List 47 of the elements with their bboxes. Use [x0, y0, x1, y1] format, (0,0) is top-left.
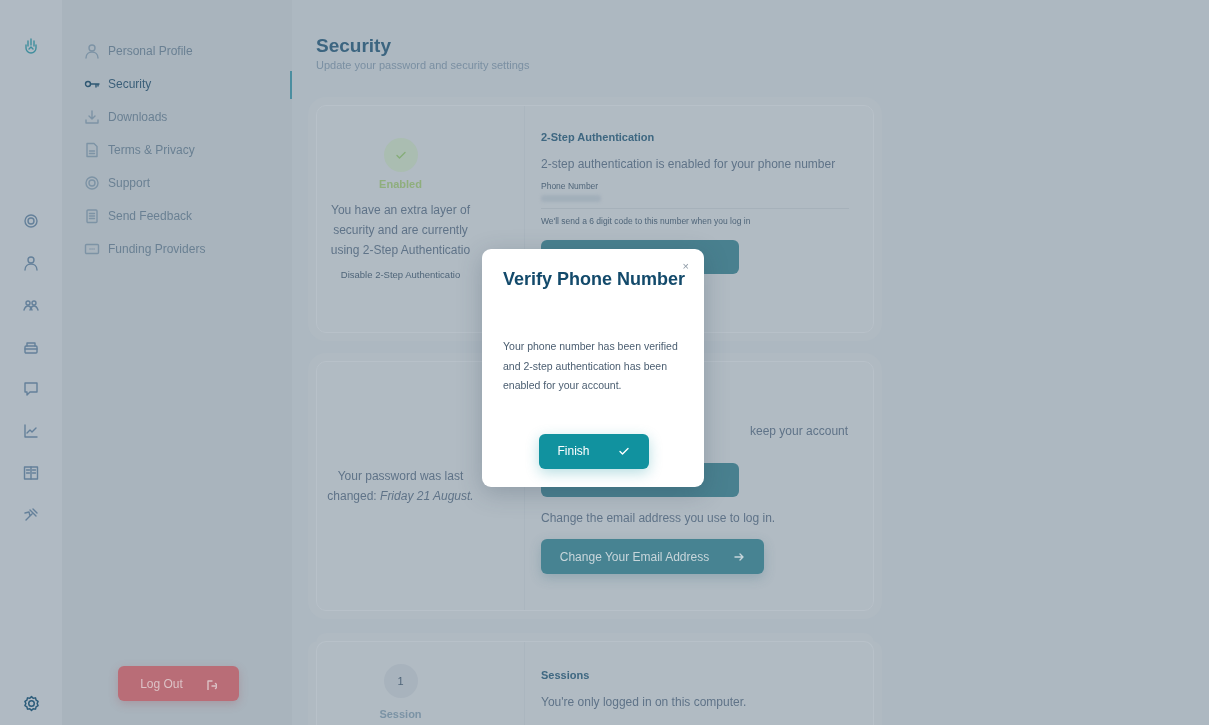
person-icon[interactable] — [23, 255, 39, 271]
disable-link[interactable]: Disable 2-Step Authenticatio — [340, 269, 461, 280]
dialog-title: Verify Phone Number — [503, 269, 684, 290]
lifebuoy-icon — [84, 175, 100, 191]
card-icon — [84, 241, 100, 257]
clipboard-icon — [84, 208, 100, 224]
change-email-button[interactable]: Change Your Email Address — [541, 539, 764, 574]
sidebar-item[interactable]: Send Feedback — [84, 205, 292, 227]
hand-logo-icon — [23, 37, 39, 55]
password-description: keep your account — [750, 424, 849, 438]
log-out-button[interactable]: Log Out — [118, 666, 239, 701]
exit-icon — [204, 677, 217, 690]
sidebar-item[interactable]: Downloads — [84, 106, 292, 128]
sessions-description: You're only logged in on this computer. — [541, 695, 747, 709]
sidebar-item[interactable]: Support — [84, 172, 292, 194]
inbox-icon[interactable] — [23, 339, 39, 355]
document-icon — [84, 142, 100, 158]
settings-icon[interactable] — [22, 695, 40, 712]
field-hint: We'll send a 6 digit code to this number when you log in — [541, 216, 751, 226]
sidebar-item[interactable]: Security — [84, 73, 292, 95]
check-icon — [394, 149, 407, 161]
page-title: Security — [316, 34, 392, 58]
people-icon[interactable] — [23, 297, 39, 313]
sidebar-item[interactable]: Personal Profile — [84, 40, 292, 62]
active-indicator — [290, 71, 292, 99]
check-icon — [617, 445, 630, 457]
close-button[interactable]: × — [682, 260, 689, 272]
tools-icon[interactable] — [23, 507, 39, 523]
chat-icon[interactable] — [23, 381, 39, 397]
status-label: Enabled — [379, 178, 422, 190]
section-description: 2-step authentication is enabled for your phone number — [541, 157, 836, 171]
dialog-message: Your phone number has been verified and 2-step authentication has been enabled for your account. — [503, 339, 679, 393]
book-icon[interactable] — [23, 465, 39, 481]
person-icon — [84, 43, 100, 59]
email-description: Change the email address you use to log in. — [541, 511, 776, 525]
section-title: 2-Step Authentication — [541, 131, 655, 143]
sidebar-item[interactable]: Terms & Privacy — [84, 139, 292, 161]
phone-number-field[interactable]: Phone Number — [541, 181, 849, 209]
section-title: Sessions — [541, 669, 590, 681]
sidebar-item[interactable]: Funding Providers — [84, 238, 292, 260]
password-changed-text: Your password was last changed: Friday 21 August. — [327, 468, 474, 505]
session-count: 1 — [383, 664, 418, 698]
finish-button[interactable]: Finish — [538, 433, 649, 469]
download-icon — [84, 109, 100, 125]
chart-icon[interactable] — [23, 423, 39, 439]
ring-icon[interactable] — [23, 213, 39, 229]
security-description: You have an extra layer of security and are currently using 2-Step Authenticatio — [330, 202, 471, 259]
